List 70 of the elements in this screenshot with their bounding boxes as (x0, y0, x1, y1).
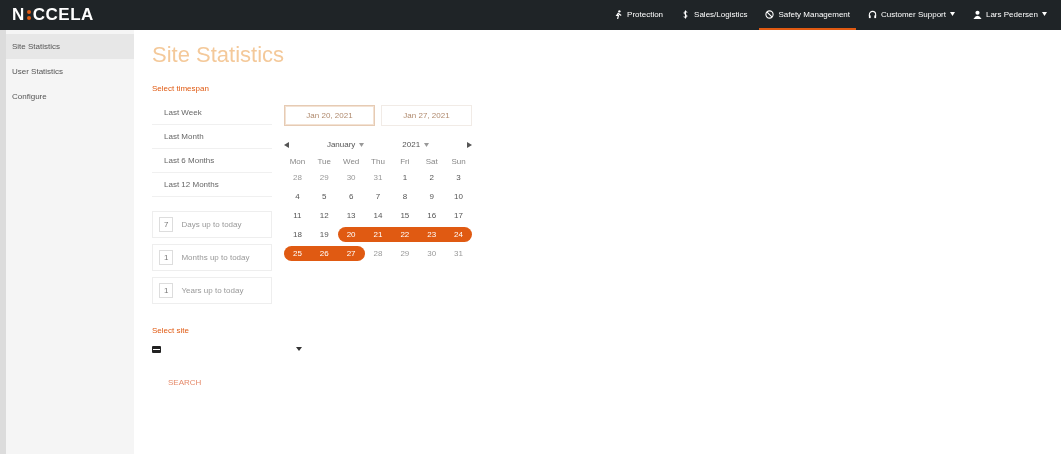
calendar-day[interactable]: 22 (391, 227, 419, 242)
timespan-unit: Months up to today (181, 253, 250, 262)
weekday-label: Thu (370, 157, 386, 166)
nav-tab[interactable]: Customer Support (862, 0, 961, 30)
sidebar-item[interactable]: Configure (6, 84, 134, 109)
weekday-label: Sat (424, 157, 439, 166)
headset-icon (868, 9, 878, 19)
timespan-unit: Days up to today (181, 220, 242, 229)
calendar-day[interactable]: 23 (418, 227, 446, 242)
calendar-day[interactable]: 27 (337, 246, 365, 261)
calendar-day[interactable]: 4 (284, 189, 311, 204)
section-label: Select site (152, 326, 190, 335)
user-icon (972, 9, 982, 19)
caret-icon (359, 142, 365, 147)
calendar-day[interactable]: 16 (418, 208, 446, 223)
calendar-day[interactable]: 8 (391, 189, 419, 204)
next-icon[interactable] (467, 141, 472, 148)
weekday-label: Mon (288, 157, 307, 166)
calendar-day[interactable]: 20 (337, 227, 365, 242)
weekday-label: Fri (399, 157, 411, 166)
building-icon (152, 345, 161, 353)
sidebar-item[interactable]: User Statistics (6, 59, 134, 84)
previous-icon[interactable] (284, 141, 289, 148)
calendar-day[interactable]: 6 (337, 189, 365, 204)
year-select[interactable]: 2021 (402, 140, 421, 149)
calendar-day[interactable]: 15 (391, 208, 419, 223)
dollar-icon (681, 9, 691, 19)
timespan-option[interactable]: Last Week (152, 101, 272, 125)
calendar-day[interactable]: 10 (445, 189, 472, 204)
timespan-option[interactable]: Last 6 Months (152, 149, 272, 173)
caret-icon (296, 347, 302, 351)
calendar-day[interactable]: 2 (418, 170, 446, 185)
calendar-day[interactable]: 21 (364, 227, 392, 242)
figure-icon (614, 9, 624, 19)
logo: N CCELA (12, 5, 94, 25)
calendar-day[interactable]: 13 (337, 208, 365, 223)
sidebar-item[interactable]: Site Statistics (6, 34, 134, 59)
calendar-day[interactable]: 18 (284, 227, 311, 242)
calendar-day[interactable]: 5 (310, 189, 338, 204)
timespan-option[interactable]: Last 12 Months (152, 173, 272, 197)
page-title: Site Statistics (152, 42, 286, 68)
calendar-day[interactable]: 11 (284, 208, 311, 223)
nav-tab[interactable]: Safety Management (759, 0, 857, 30)
no-entry-icon (765, 9, 775, 19)
number-field[interactable]: 7 (159, 217, 174, 232)
calendar-day[interactable]: 19 (310, 227, 338, 242)
weekday-label: Wed (341, 157, 361, 166)
month-select[interactable]: January (326, 140, 356, 149)
calendar-day[interactable]: 3 (445, 170, 472, 185)
number-field[interactable]: 1 (159, 250, 174, 265)
calendar-day[interactable]: 26 (310, 246, 338, 261)
nav-tab[interactable]: Protection (608, 0, 670, 30)
number-field[interactable]: 1 (159, 283, 174, 298)
section-label: Select timespan (152, 84, 210, 93)
timespan-option[interactable]: Last Month (152, 125, 272, 149)
calendar-day[interactable]: 12 (310, 208, 338, 223)
calendar-day[interactable]: 17 (445, 208, 472, 223)
caret-icon (424, 142, 430, 147)
calendar-day[interactable]: 7 (364, 189, 392, 204)
calendar-day[interactable]: 14 (364, 208, 392, 223)
nav-tab[interactable]: Lars Pedersen (966, 0, 1053, 30)
calendar-day[interactable]: 24 (445, 227, 472, 242)
calendar-day[interactable]: 25 (284, 246, 311, 261)
weekday-label: Sun (450, 157, 467, 166)
site-dropdown[interactable] (152, 345, 302, 353)
timespan-unit: Years up to today (181, 286, 244, 295)
weekday-label: Tue (316, 157, 332, 166)
nav-tab[interactable]: Sales/Logistics (675, 0, 754, 30)
calendar-day[interactable]: 1 (391, 170, 419, 185)
calendar-day[interactable]: 9 (418, 189, 446, 204)
